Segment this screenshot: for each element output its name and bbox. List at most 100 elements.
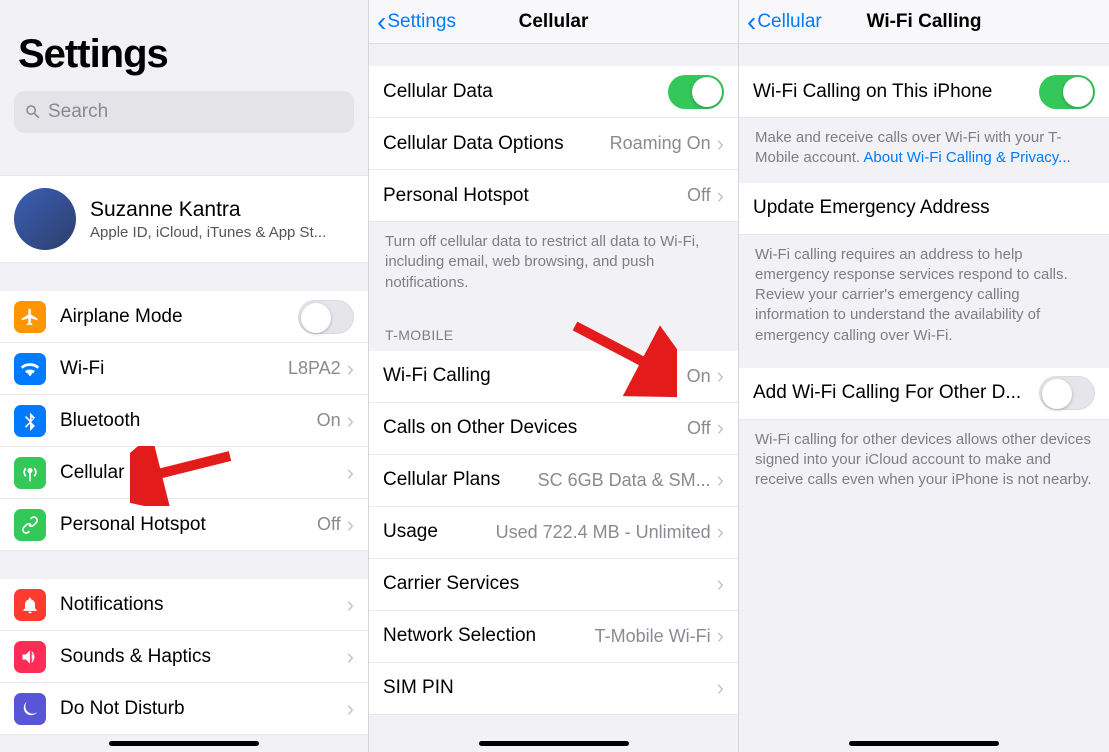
row-hotspot[interactable]: Personal Hotspot Off › <box>0 499 368 551</box>
row-hotspot[interactable]: Personal Hotspot Off › <box>369 170 738 222</box>
row-usage[interactable]: Usage Used 722.4 MB - Unlimited › <box>369 507 738 559</box>
moon-icon <box>14 693 46 725</box>
wifi-calling-toggle[interactable] <box>1039 75 1095 109</box>
row-label: Network Selection <box>383 625 595 647</box>
home-indicator[interactable] <box>849 741 999 746</box>
chevron-right-icon: › <box>717 131 724 157</box>
row-value: Off <box>317 514 341 535</box>
navbar: ‹ Cellular Wi-Fi Calling <box>739 0 1109 44</box>
home-indicator[interactable] <box>479 741 629 746</box>
row-cellular-data[interactable]: Cellular Data <box>369 66 738 118</box>
link-icon <box>14 509 46 541</box>
chevron-left-icon: ‹ <box>377 8 386 36</box>
apple-id-sub: Apple ID, iCloud, iTunes & App St... <box>90 224 326 241</box>
chevron-left-icon: ‹ <box>747 8 756 36</box>
chevron-right-icon: › <box>717 415 724 441</box>
page-title: Settings <box>0 0 368 91</box>
footnote: Wi-Fi calling for other devices allows o… <box>739 420 1109 505</box>
row-wifi-calling[interactable]: Wi-Fi Calling On › <box>369 351 738 403</box>
row-label: Carrier Services <box>383 573 717 595</box>
row-carrier-services[interactable]: Carrier Services › <box>369 559 738 611</box>
chevron-right-icon: › <box>717 363 724 389</box>
row-label: Cellular Plans <box>383 469 500 491</box>
row-calls-other[interactable]: Calls on Other Devices Off › <box>369 403 738 455</box>
row-label: Sounds & Haptics <box>60 646 347 668</box>
row-label: Notifications <box>60 594 347 616</box>
nav-title: Cellular <box>519 11 589 33</box>
row-notifications[interactable]: Notifications › <box>0 579 368 631</box>
row-label: Cellular Data <box>383 81 668 103</box>
nav-title: Wi-Fi Calling <box>867 11 982 33</box>
row-label: Update Emergency Address <box>753 197 1095 219</box>
avatar <box>14 188 76 250</box>
search-input[interactable]: Search <box>14 91 354 133</box>
row-value: SC 6GB Data & SM... <box>508 470 710 491</box>
footnote: Turn off cellular data to restrict all d… <box>369 222 738 307</box>
row-label: Add Wi-Fi Calling For Other D... <box>753 382 1039 404</box>
back-button[interactable]: ‹ Cellular <box>739 8 822 36</box>
chevron-right-icon: › <box>347 644 354 670</box>
row-label: Personal Hotspot <box>60 514 317 536</box>
antenna-icon <box>14 457 46 489</box>
back-label: Settings <box>387 11 456 33</box>
row-value: Off <box>687 418 711 439</box>
speaker-icon <box>14 641 46 673</box>
apple-id-row[interactable]: Suzanne Kantra Apple ID, iCloud, iTunes … <box>0 175 368 263</box>
row-value: Used 722.4 MB - Unlimited <box>446 522 711 543</box>
row-label: Cellular Data Options <box>383 133 610 155</box>
row-label: Personal Hotspot <box>383 185 687 207</box>
row-value: Roaming On <box>610 133 711 154</box>
row-value: Off <box>687 185 711 206</box>
footnote: Make and receive calls over Wi-Fi with y… <box>739 118 1109 183</box>
search-placeholder: Search <box>48 101 108 123</box>
chevron-right-icon: › <box>717 571 724 597</box>
row-data-options[interactable]: Cellular Data Options Roaming On › <box>369 118 738 170</box>
row-dnd[interactable]: Do Not Disturb › <box>0 683 368 735</box>
row-bluetooth[interactable]: Bluetooth On › <box>0 395 368 447</box>
row-label: Wi-Fi Calling <box>383 365 687 387</box>
search-icon <box>24 103 42 121</box>
cellular-data-toggle[interactable] <box>668 75 724 109</box>
back-label: Cellular <box>757 11 821 33</box>
row-label: Wi-Fi Calling on This iPhone <box>753 81 1039 103</box>
row-airplane-mode[interactable]: Airplane Mode <box>0 291 368 343</box>
row-value: L8PA2 <box>288 358 341 379</box>
row-update-emergency[interactable]: Update Emergency Address <box>739 183 1109 235</box>
other-devices-toggle[interactable] <box>1039 376 1095 410</box>
row-label: Do Not Disturb <box>60 698 347 720</box>
airplane-toggle[interactable] <box>298 300 354 334</box>
row-label: SIM PIN <box>383 677 717 699</box>
row-cellular-plans[interactable]: Cellular Plans SC 6GB Data & SM... › <box>369 455 738 507</box>
row-wifi-calling-iphone[interactable]: Wi-Fi Calling on This iPhone <box>739 66 1109 118</box>
row-label: Airplane Mode <box>60 306 298 328</box>
row-network-selection[interactable]: Network Selection T-Mobile Wi-Fi › <box>369 611 738 663</box>
chevron-right-icon: › <box>717 623 724 649</box>
row-other-devices[interactable]: Add Wi-Fi Calling For Other D... <box>739 368 1109 420</box>
chevron-right-icon: › <box>347 460 354 486</box>
bluetooth-icon <box>14 405 46 437</box>
chevron-right-icon: › <box>717 467 724 493</box>
row-sounds[interactable]: Sounds & Haptics › <box>0 631 368 683</box>
bell-icon <box>14 589 46 621</box>
row-label: Bluetooth <box>60 410 317 432</box>
row-label: Wi-Fi <box>60 358 288 380</box>
back-button[interactable]: ‹ Settings <box>369 8 456 36</box>
home-indicator[interactable] <box>109 741 259 746</box>
row-sim-pin[interactable]: SIM PIN › <box>369 663 738 715</box>
row-wifi[interactable]: Wi-Fi L8PA2 › <box>0 343 368 395</box>
row-label: Calls on Other Devices <box>383 417 687 439</box>
navbar: ‹ Settings Cellular <box>369 0 738 44</box>
row-value: On <box>687 366 711 387</box>
row-cellular[interactable]: Cellular › <box>0 447 368 499</box>
row-label: Usage <box>383 521 438 543</box>
chevron-right-icon: › <box>347 408 354 434</box>
row-value: T-Mobile Wi-Fi <box>595 626 711 647</box>
chevron-right-icon: › <box>347 512 354 538</box>
chevron-right-icon: › <box>717 675 724 701</box>
apple-id-name: Suzanne Kantra <box>90 198 326 222</box>
row-value: On <box>317 410 341 431</box>
section-header: T-MOBILE <box>369 307 738 351</box>
privacy-link[interactable]: About Wi-Fi Calling & Privacy... <box>863 149 1070 166</box>
wifi-icon <box>14 353 46 385</box>
chevron-right-icon: › <box>347 356 354 382</box>
